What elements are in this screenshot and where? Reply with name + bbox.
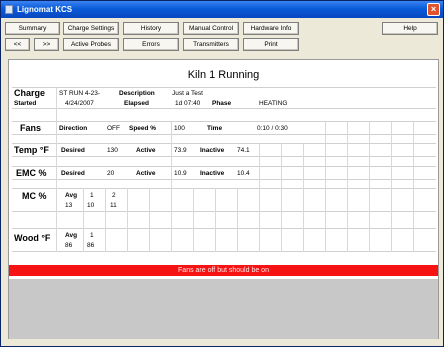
description-label: Description	[119, 90, 155, 97]
active-probes-button[interactable]: Active Probes	[63, 38, 119, 51]
emc-inactive-value: 10.4	[237, 170, 250, 177]
fans-time-label: Time	[207, 125, 223, 132]
emc-label: EMC %	[16, 168, 47, 178]
temp-desired-label: Desired	[61, 147, 85, 154]
grid-line	[215, 188, 216, 252]
description-value: Just a Test	[172, 90, 203, 97]
next-button[interactable]: >>	[34, 38, 59, 51]
phase-value: HEATING	[259, 100, 288, 107]
errors-button[interactable]: Errors	[123, 38, 179, 51]
emc-inactive-label: Inactive	[200, 170, 225, 177]
previous-button[interactable]: <<	[5, 38, 30, 51]
app-icon	[5, 5, 13, 14]
toolbar: Summary Charge Settings History Manual C…	[5, 22, 441, 58]
title-bar[interactable]: Lignomat KCS ×	[1, 1, 443, 18]
temp-desired-value: 130	[107, 147, 118, 154]
started-value: 4/24/2007	[65, 100, 94, 107]
mc-avg-value: 13	[65, 202, 73, 209]
kiln-status-panel: Kiln 1 Running Charge ST RUN 4-23- Descr…	[8, 59, 439, 339]
emc-active-label: Active	[136, 170, 156, 177]
temp-active-label: Active	[136, 147, 156, 154]
wood-label: Wood °F	[14, 233, 51, 243]
fans-speed-value: 100	[174, 125, 185, 132]
grid-line	[149, 188, 150, 252]
print-button[interactable]: Print	[243, 38, 299, 51]
wood-probe-header: 1	[90, 232, 94, 239]
mc-probe-header: 1	[90, 192, 94, 199]
wood-avg-label: Avg	[65, 232, 78, 239]
fans-label: Fans	[20, 123, 42, 133]
fans-time-value: 0:10 / 0:30	[257, 125, 288, 132]
elapsed-label: Elapsed	[124, 100, 149, 107]
grid-line	[347, 121, 348, 252]
summary-button[interactable]: Summary	[5, 22, 60, 35]
grid-line	[391, 121, 392, 252]
grid-line	[303, 143, 304, 252]
charge-settings-button[interactable]: Charge Settings	[63, 22, 119, 35]
charge-label: Charge	[14, 88, 46, 98]
grid-line	[369, 121, 370, 252]
emc-active-value: 10.9	[174, 170, 187, 177]
close-icon[interactable]: ×	[427, 3, 440, 16]
grid-line	[105, 188, 106, 252]
grid-line	[325, 121, 326, 252]
grid-line	[413, 121, 414, 252]
mc-probe-value: 10	[87, 202, 95, 209]
grid-line	[237, 188, 238, 252]
fan-alert-banner: Fans are off but should be on	[9, 265, 438, 276]
log-area	[9, 279, 438, 339]
grid-line	[127, 188, 128, 252]
window-title: Lignomat KCS	[17, 5, 73, 14]
help-button[interactable]: Help	[382, 22, 438, 35]
elapsed-value: 1d 07:40	[175, 100, 201, 107]
mc-probe-value: 11	[110, 202, 117, 209]
fans-speed-label: Speed %	[129, 125, 157, 132]
wood-avg-value: 86	[65, 242, 73, 249]
grid-line	[193, 188, 194, 252]
temp-inactive-label: Inactive	[200, 147, 225, 154]
grid-line	[281, 143, 282, 252]
temp-inactive-value: 74.1	[237, 147, 250, 154]
mc-avg-label: Avg	[65, 192, 78, 199]
emc-desired-label: Desired	[61, 170, 85, 177]
temp-active-value: 73.9	[174, 147, 187, 154]
grid-line	[56, 87, 57, 252]
mc-label: MC %	[22, 191, 47, 201]
fans-direction-label: Direction	[59, 125, 88, 132]
transmitters-button[interactable]: Transmitters	[183, 38, 239, 51]
wood-probe-value: 86	[87, 242, 95, 249]
history-button[interactable]: History	[123, 22, 179, 35]
manual-control-button[interactable]: Manual Control	[183, 22, 239, 35]
grid-line	[83, 188, 84, 252]
hardware-info-button[interactable]: Hardware Info	[243, 22, 299, 35]
mc-probe-header: 2	[112, 192, 116, 199]
phase-label: Phase	[212, 100, 232, 107]
temp-label: Temp °F	[14, 145, 49, 155]
grid-line	[171, 121, 172, 252]
app-window: Lignomat KCS × Summary Charge Settings H…	[0, 0, 444, 347]
emc-desired-value: 20	[107, 170, 115, 177]
charge-value: ST RUN 4-23-	[59, 90, 101, 97]
grid-line	[259, 143, 260, 252]
page-title: Kiln 1 Running	[187, 69, 260, 81]
fans-direction-value: OFF	[107, 125, 120, 132]
started-label: Started	[14, 100, 37, 107]
